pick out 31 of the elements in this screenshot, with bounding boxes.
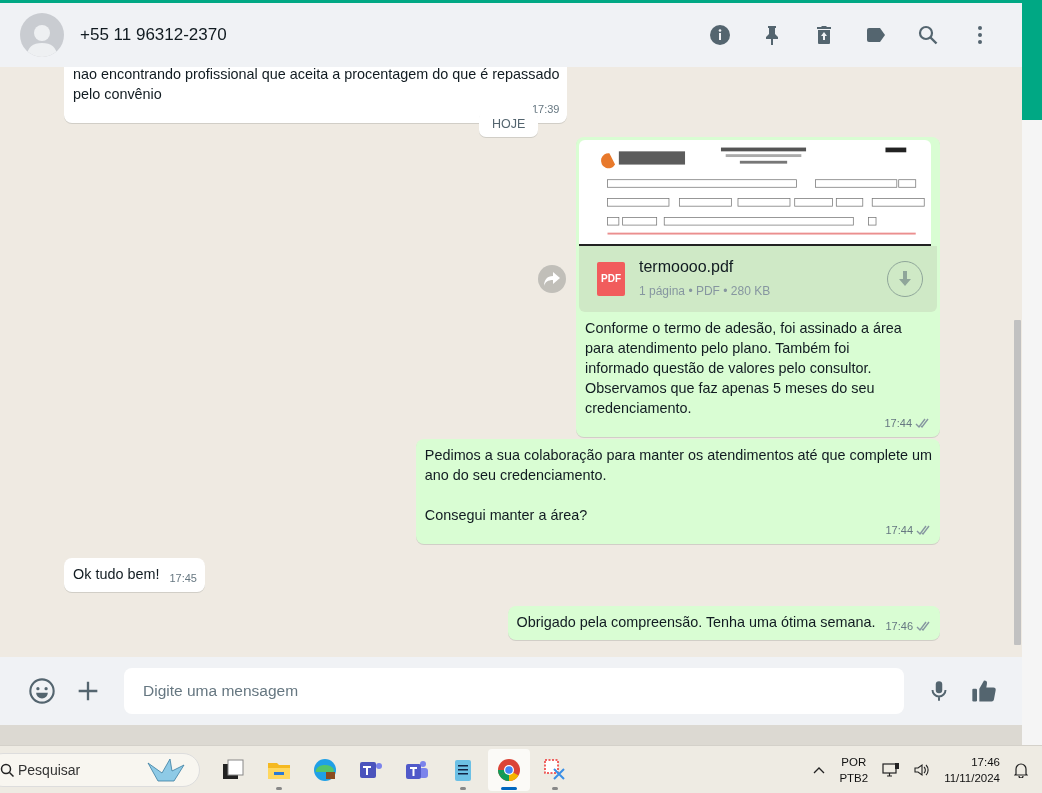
contact-name[interactable]: +55 11 96312-2370	[80, 25, 692, 45]
language-indicator[interactable]: PTB2	[839, 769, 869, 786]
scrollbar-thumb[interactable]	[1014, 320, 1021, 645]
message-time: 17:44	[885, 523, 913, 538]
chevron-up-icon[interactable]	[813, 765, 826, 774]
emoji-icon[interactable]	[28, 677, 56, 705]
taskbar-search-field[interactable]: Pesquisar	[0, 752, 200, 787]
file-name: termoooo.pdf	[639, 257, 735, 277]
clock-date[interactable]: 11/11/2024	[944, 769, 1000, 786]
search-icon[interactable]	[916, 23, 940, 47]
bell-icon[interactable]	[1014, 761, 1028, 778]
message-text: Obrigado pela compreensão. Tenha uma ótima semana.	[516, 613, 876, 632]
message-text: Ok tudo bem!	[73, 565, 160, 584]
file-info: 1 página • PDF • 280 KB	[639, 283, 772, 300]
message-time: 17:45	[169, 571, 197, 586]
search-icon	[0, 762, 14, 777]
pdf-file-icon: PDF	[597, 262, 625, 296]
message-time: 17:46	[885, 619, 913, 634]
info-icon[interactable]	[708, 23, 732, 47]
message-text: Conforme o termo de adesão, foi assinado a área para atendimento pelo plano. Também foi informado questão de valores pelo consultor. Observamos que faz apenas 5 meses do seu credenciamento.	[585, 319, 902, 418]
volume-icon[interactable]	[914, 762, 931, 777]
message-text: Pedimos a sua colaboração para manter os atendimentos até que complete um ano do seu credenciamento. Consegui manter a área?	[424, 446, 932, 525]
network-icon[interactable]	[882, 761, 901, 778]
file-attachment[interactable]: PDF termoooo.pdf 1 página • PDF • 280 KB	[579, 246, 937, 312]
browser-wave-icon	[312, 756, 338, 783]
message-text: nao encontrando profissional que aceita a procentagem do que é repassado pelo convênio	[73, 67, 560, 104]
clock-time[interactable]: 17:46	[971, 753, 1000, 770]
message-time: 17:44	[884, 416, 912, 431]
language-indicator[interactable]: POR	[841, 753, 867, 770]
chrome-icon	[496, 756, 522, 783]
message-input[interactable]: Digite uma mensagem	[124, 668, 904, 714]
